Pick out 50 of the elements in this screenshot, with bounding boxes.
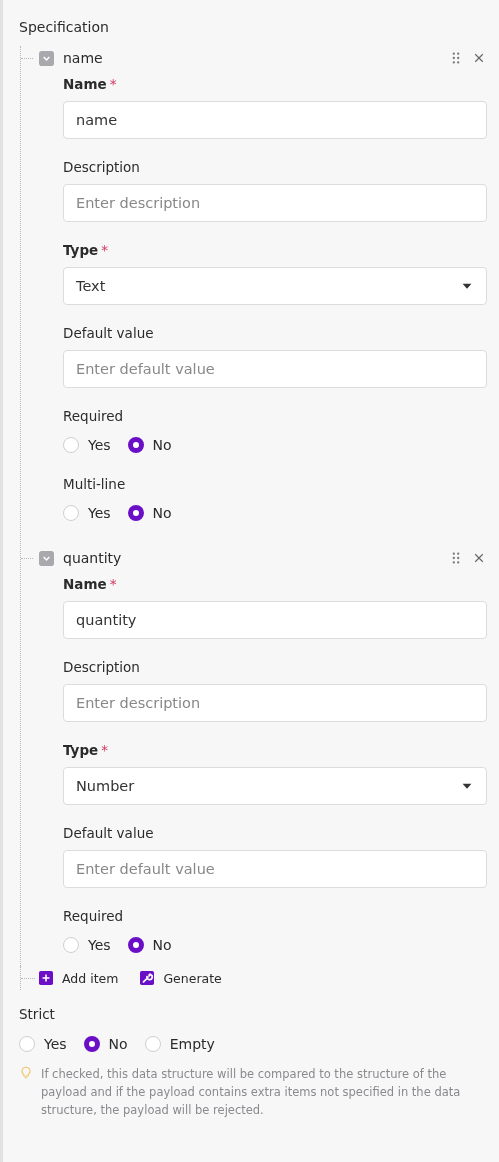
collapse-toggle-icon[interactable] (39, 50, 54, 66)
input-field[interactable]: Enter description (63, 684, 487, 722)
radio-label: No (152, 437, 172, 453)
field-label: Required (63, 408, 124, 424)
required-marker: * (109, 76, 117, 92)
input-field[interactable]: Enter description (63, 184, 487, 222)
field-label: Default value (63, 825, 154, 841)
radio-label: Yes (88, 437, 111, 453)
required-marker: * (109, 576, 117, 592)
collapse-toggle-icon[interactable] (39, 550, 54, 566)
item-name: quantity (63, 550, 123, 566)
field-label: Multi-line (63, 476, 126, 492)
radio-label: No (152, 937, 172, 953)
field-label: Strict (19, 1005, 56, 1024)
radio-button[interactable] (127, 937, 144, 953)
generate-button[interactable]: Generate (140, 970, 222, 986)
field-label: Description (63, 159, 140, 175)
radio-label: Empty (169, 1036, 215, 1052)
field-label: Type (63, 742, 99, 758)
field-label: Required (63, 908, 124, 924)
field-label: Description (63, 659, 140, 675)
radio-label: Yes (44, 1036, 67, 1052)
radio-label: No (108, 1036, 128, 1052)
input-field[interactable]: name (63, 101, 487, 139)
field-label: Name (63, 76, 107, 92)
radio-button[interactable] (83, 1036, 100, 1052)
hint-text: If checked, this data structure will be compared to the structure of the payload and if the payload contains extra items not specified in the data structure, the payload will be rejected. (41, 1066, 462, 1119)
add-item-button[interactable]: Add item (39, 970, 119, 986)
item-name: name (63, 50, 104, 66)
section-title: Specification (19, 18, 110, 37)
radio-button[interactable] (127, 505, 144, 521)
required-marker: * (101, 242, 108, 258)
wrench-icon (140, 971, 155, 985)
radio-button[interactable] (127, 437, 144, 453)
field-label: Name (63, 576, 107, 592)
input-field[interactable]: Enter default value (63, 850, 487, 888)
input-field[interactable]: quantity (63, 601, 487, 639)
close-icon[interactable] (473, 52, 485, 64)
close-icon[interactable] (473, 552, 485, 564)
radio-label: No (152, 505, 172, 521)
lightbulb-icon (19, 1066, 33, 1080)
field-label: Type (63, 242, 99, 258)
input-field[interactable]: Enter default value (63, 350, 487, 388)
field-label: Default value (63, 325, 154, 341)
required-marker: * (101, 742, 108, 758)
type-dropdown[interactable]: Number (63, 767, 487, 805)
type-dropdown[interactable]: Text (63, 267, 487, 305)
plus-icon (39, 971, 53, 985)
radio-label: Yes (88, 505, 111, 521)
radio-label: Yes (88, 937, 111, 953)
